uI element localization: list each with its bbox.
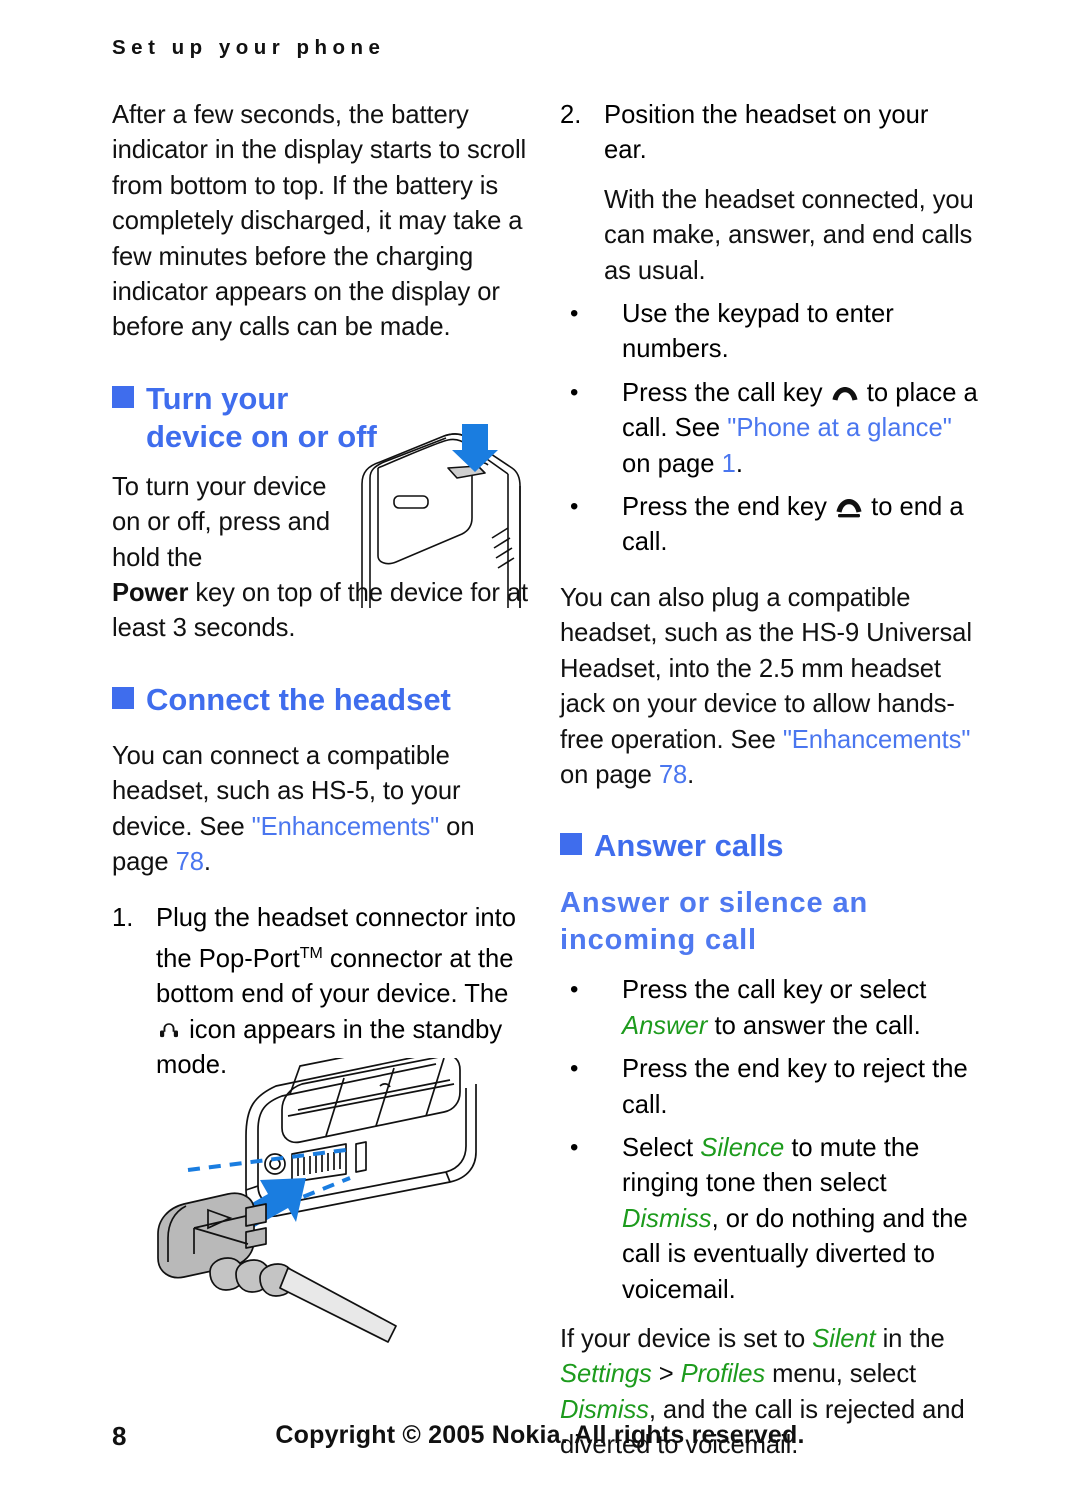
square-bullet-icon <box>112 686 134 709</box>
bullet-silence-call: • Select Silence to mute the ringing tone… <box>570 1131 978 1308</box>
page-ref-78[interactable]: 78 <box>659 761 687 789</box>
ui-term-dismiss: Dismiss <box>622 1204 712 1233</box>
step2-body-text: With the headset connected, you can make… <box>604 185 974 285</box>
bullet-icon: • <box>570 300 579 328</box>
power-key-term: Power <box>112 579 189 608</box>
press-arrow-icon <box>452 424 498 472</box>
bullet-icon: • <box>570 976 579 1004</box>
connect-body-part3: . <box>203 848 211 877</box>
step2-body: With the headset connected, you can make… <box>560 183 978 289</box>
call-key-part4: . <box>735 449 743 478</box>
ui-term-answer: Answer <box>622 1011 708 1040</box>
enhancements-link[interactable]: "Enhancements" <box>783 726 971 754</box>
universal-part3: . <box>687 760 695 789</box>
call-key-icon <box>830 384 860 404</box>
bullet-reject-call: • Press the end key to reject the call. <box>570 1052 978 1123</box>
bullet-icon: • <box>570 378 579 406</box>
heading-answer-calls: Answer calls <box>560 827 978 865</box>
bullet-press-end-key: • Press the end key to end a call. <box>570 490 978 561</box>
phone-power-key-illustration <box>352 416 542 608</box>
ui-term-silence: Silence <box>700 1133 785 1162</box>
answer-part1: Press the call key or select <box>622 976 927 1005</box>
page-ref-78[interactable]: 78 <box>176 848 204 876</box>
reject-text: Press the end key to reject the call. <box>622 1055 968 1119</box>
final-part1: If your device is set to <box>560 1324 813 1353</box>
final-part2: in the <box>875 1324 945 1353</box>
subheading-answer-or-silence: Answer or silence an incoming call <box>560 887 869 957</box>
menu-separator: > <box>651 1360 681 1389</box>
intro-paragraph: After a few seconds, the battery indicat… <box>112 101 527 342</box>
phone-at-a-glance-link[interactable]: "Phone at a glance" <box>727 414 952 442</box>
bullet-icon: • <box>570 1133 579 1161</box>
right-column: 2. Position the headset on your ear. With… <box>560 98 978 1464</box>
heading-turn-device-on-off: Turn your device on or off <box>112 380 384 456</box>
end-key-part1: Press the end key <box>622 493 834 522</box>
copyright-notice: Copyright © 2005 Nokia. All rights reser… <box>275 1421 805 1449</box>
bullet-press-call-key: • Press the call key to place a call. See… <box>570 376 978 482</box>
heading-connect-headset-label: Connect the headset <box>146 681 451 717</box>
ui-term-silent: Silent <box>812 1324 876 1353</box>
heading-answer-calls-label: Answer calls <box>594 828 784 864</box>
answer-part2: to answer the call. <box>707 1011 921 1040</box>
step-marker: 2. <box>560 101 582 129</box>
page-footer: 8 Copyright © 2005 Nokia. All rights res… <box>0 1421 1080 1461</box>
list-item-step-1: 1. Plug the headset connector into the Po… <box>112 901 530 1084</box>
trademark-symbol: TM <box>299 944 323 962</box>
end-key-icon <box>834 498 864 518</box>
silence-part1: Select <box>622 1133 701 1162</box>
ui-term-dismiss: Dismiss <box>560 1395 649 1424</box>
universal-headset-paragraph: You can also plug a compatible headset, … <box>560 581 978 793</box>
call-key-part1: Press the call key <box>622 378 830 407</box>
manual-page: Set up your phone After a few seconds, t… <box>0 0 1080 1496</box>
bullet-answer-call: • Press the call key or select Answer to … <box>570 973 978 1044</box>
step2-text: Position the headset on your ear. <box>604 101 929 165</box>
bullet-use-keypad: • Use the keypad to enter numbers. <box>570 297 978 368</box>
list-item-step-2: 2. Position the headset on your ear. <box>560 98 978 169</box>
final-part3: menu, select <box>765 1360 917 1389</box>
heading-turn-device-label: Turn your device on or off <box>146 380 377 454</box>
connect-headset-body: You can connect a compatible headset, su… <box>112 739 530 881</box>
bullet-use-keypad-text: Use the keypad to enter numbers. <box>622 300 894 364</box>
pop-port-connector-illustration <box>150 1035 560 1388</box>
headset-status-icon <box>156 1017 182 1039</box>
call-key-part3: on page <box>622 449 722 478</box>
bullet-icon: • <box>570 493 579 521</box>
step-marker: 1. <box>112 903 134 932</box>
heading-connect-headset: Connect the headset <box>112 681 530 719</box>
running-header: Set up your phone <box>112 36 386 59</box>
square-bullet-icon <box>560 833 582 856</box>
page-ref-1[interactable]: 1 <box>722 450 736 478</box>
square-bullet-icon <box>112 385 134 408</box>
turn-device-body: To turn your device on or off, press and… <box>112 470 348 576</box>
universal-part2: on page <box>560 760 659 789</box>
ui-term-profiles: Profiles <box>680 1360 766 1389</box>
ui-term-settings: Settings <box>560 1360 652 1389</box>
enhancements-link[interactable]: "Enhancements" <box>252 813 440 841</box>
turn-device-body-part1: To turn your device on or off, press and… <box>112 472 331 572</box>
bullet-icon: • <box>570 1055 579 1083</box>
